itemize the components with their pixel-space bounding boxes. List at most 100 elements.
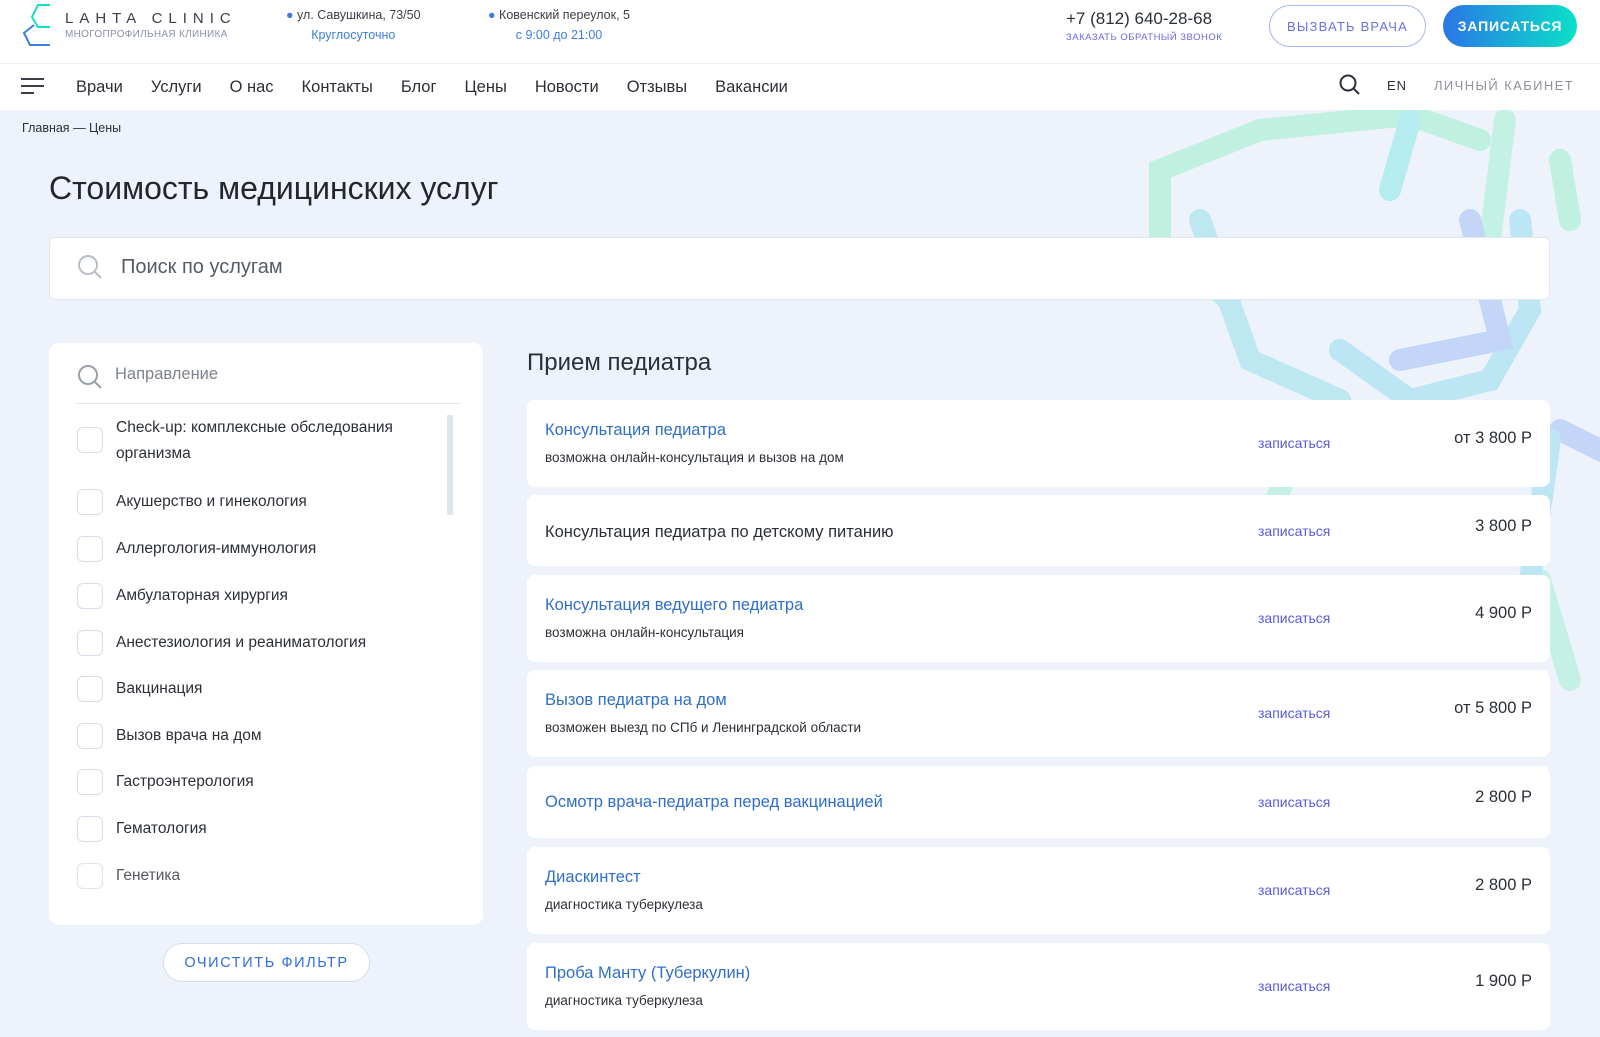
logo-title: LAHTA CLINIC [65,10,237,27]
service-note: возможен выезд по СПб и Ленинградской об… [545,720,862,735]
services-search-input[interactable]: Поиск по услугам [49,237,1550,300]
logo-subtitle: МНОГОПРОФИЛЬНАЯ КЛИНИКА [65,29,228,40]
checkbox[interactable] [77,489,103,515]
search-placeholder: Поиск по услугам [121,256,283,278]
address-2[interactable]: ● Ковенский переулок, 5 с 9:00 до 21:00 [488,8,630,42]
service-row: Осмотр врача-педиатра перед вакцинацией … [527,766,1550,838]
service-price: от 3 800 Р [1454,429,1532,447]
address-text: ул. Савушкина, 73/50 [297,8,421,22]
service-name-link[interactable]: Консультация ведущего педиатра [545,596,803,615]
filter-item[interactable]: Гематология [77,816,207,842]
phone-number[interactable]: +7 (812) 640-28-68 [1066,9,1212,29]
top-header: LAHTA CLINIC МНОГОПРОФИЛЬНАЯ КЛИНИКА ● у… [0,0,1600,64]
address-hours: с 9:00 до 21:00 [515,28,603,42]
nav-menu: Врачи Услуги О нас Контакты Блог Цены Но… [76,78,788,97]
service-row: Вызов педиатра на дом возможен выезд по … [527,670,1550,757]
filter-item[interactable]: Вызов врача на дом [77,723,262,749]
checkbox[interactable] [77,769,103,795]
service-name-link[interactable]: Диаскинтест [545,868,641,887]
service-note: возможна онлайн-консультация и вызов на … [545,450,844,465]
nav-item-contacts[interactable]: Контакты [302,78,373,97]
direction-filter-panel: Направление Check-up: комплексные обслед… [49,343,483,925]
filter-scrollbar[interactable] [447,415,453,515]
service-row: Диаскинтест диагностика туберкулеза запи… [527,847,1550,934]
service-note: диагностика туберкулеза [545,993,703,1008]
breadcrumb-separator: — [73,121,86,135]
service-name-link[interactable]: Вызов педиатра на дом [545,691,727,710]
divider [77,403,461,404]
checkbox[interactable] [77,536,103,562]
page-title: Стоимость медицинских услуг [49,170,499,206]
filter-item-label: Вызов врача на дом [116,727,262,744]
service-row: Консультация педиатра возможна онлайн-ко… [527,400,1550,487]
checkbox[interactable] [77,583,103,609]
book-link[interactable]: записаться [1258,705,1330,721]
breadcrumb: Главная — Цены [22,121,121,135]
nav-item-prices[interactable]: Цены [464,78,506,97]
filter-item-label: Гематология [116,820,207,837]
service-price: 2 800 Р [1475,876,1532,894]
search-icon [78,255,102,279]
service-price: 3 800 Р [1475,517,1532,535]
filter-item[interactable]: Анестезиология и реаниматология [77,630,366,656]
filter-item-label: Аллергология-иммунология [116,540,317,557]
service-name-link[interactable]: Проба Манту (Туберкулин) [545,964,750,983]
clear-filter-button[interactable]: ОЧИСТИТЬ ФИЛЬТР [163,943,370,982]
filter-item[interactable]: Акушерство и гинекология [77,489,307,515]
filter-item-label: Гастроэнтерология [116,773,254,790]
language-switch[interactable]: EN [1387,78,1407,93]
call-doctor-button[interactable]: ВЫЗВАТЬ ВРАЧА [1269,5,1426,47]
signup-button[interactable]: ЗАПИСАТЬСЯ [1443,5,1577,47]
section-title: Прием педиатра [527,349,712,376]
service-price: от 5 800 Р [1454,699,1532,717]
filter-item-label: Check-up: комплексные обследования орган… [116,419,393,462]
nav-item-about[interactable]: О нас [230,78,274,97]
search-icon[interactable] [1339,74,1361,96]
filter-item[interactable]: Генетика [77,863,180,889]
nav-item-news[interactable]: Новости [535,78,599,97]
filter-item[interactable]: Гастроэнтерология [77,769,254,795]
book-link[interactable]: записаться [1258,794,1330,810]
logo-icon [22,4,50,46]
filter-item[interactable]: Check-up: комплексные обследования орган… [77,415,437,467]
nav-item-blog[interactable]: Блог [401,78,437,97]
service-row: Консультация ведущего педиатра возможна … [527,575,1550,662]
service-row: Консультация педиатра по детскому питани… [527,495,1550,566]
service-name: Консультация педиатра по детскому питани… [545,523,894,541]
breadcrumb-home[interactable]: Главная [22,121,70,135]
checkbox[interactable] [77,863,103,889]
callback-link[interactable]: ЗАКАЗАТЬ ОБРАТНЫЙ ЗВОНОК [1066,32,1222,43]
nav-item-doctors[interactable]: Врачи [76,78,123,97]
book-link[interactable]: записаться [1258,882,1330,898]
book-link[interactable]: записаться [1258,523,1330,539]
checkbox[interactable] [77,723,103,749]
nav-item-reviews[interactable]: Отзывы [627,78,687,97]
search-icon [78,365,102,389]
checkbox[interactable] [77,676,103,702]
address-1[interactable]: ● ул. Савушкина, 73/50 Круглосуточно [286,8,421,42]
location-pin-icon: ● [488,8,496,22]
nav-item-services[interactable]: Услуги [151,78,202,97]
filter-item[interactable]: Амбулаторная хирургия [77,583,288,609]
service-price: 1 900 Р [1475,972,1532,990]
service-price: 2 800 Р [1475,788,1532,806]
checkbox[interactable] [77,427,103,453]
direction-search-input[interactable]: Направление [115,365,218,384]
book-link[interactable]: записаться [1258,435,1330,451]
checkbox[interactable] [77,630,103,656]
nav-item-vacancies[interactable]: Вакансии [715,78,788,97]
service-row: Проба Манту (Туберкулин) диагностика туб… [527,943,1550,1030]
book-link[interactable]: записаться [1258,610,1330,626]
filter-item-label: Генетика [116,867,181,884]
book-link[interactable]: записаться [1258,978,1330,994]
account-link[interactable]: ЛИЧНЫЙ КАБИНЕТ [1434,78,1574,93]
main-nav: Врачи Услуги О нас Контакты Блог Цены Но… [0,64,1600,110]
service-name-link[interactable]: Консультация педиатра [545,421,726,440]
checkbox[interactable] [77,816,103,842]
filter-item[interactable]: Вакцинация [77,676,202,702]
service-price: 4 900 Р [1475,604,1532,622]
hamburger-menu-icon[interactable] [21,77,45,97]
address-hours: Круглосуточно [311,28,396,42]
filter-item[interactable]: Аллергология-иммунология [77,536,316,562]
service-name-link[interactable]: Осмотр врача-педиатра перед вакцинацией [545,793,883,812]
